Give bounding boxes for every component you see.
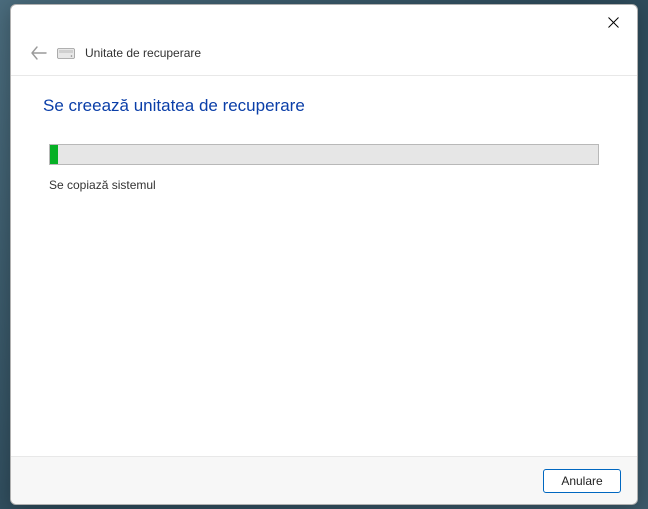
close-button[interactable] [599, 11, 627, 33]
back-button[interactable] [29, 43, 49, 63]
progress-fill [50, 145, 58, 164]
close-icon [608, 17, 619, 28]
progress-bar [49, 144, 599, 165]
header-row: Unitate de recuperare [11, 37, 637, 76]
drive-icon [57, 47, 75, 59]
progress-container: Se copiază sistemul [49, 144, 599, 192]
back-arrow-icon [31, 46, 47, 60]
page-heading: Se creează unitatea de recuperare [43, 96, 607, 116]
footer: Anulare [11, 456, 637, 504]
status-text: Se copiază sistemul [49, 178, 599, 192]
titlebar [11, 5, 637, 37]
dialog-window: Unitate de recuperare Se creează unitate… [10, 4, 638, 505]
window-title: Unitate de recuperare [85, 46, 201, 60]
content-area: Se creează unitatea de recuperare Se cop… [11, 76, 637, 456]
cancel-button[interactable]: Anulare [543, 469, 621, 493]
